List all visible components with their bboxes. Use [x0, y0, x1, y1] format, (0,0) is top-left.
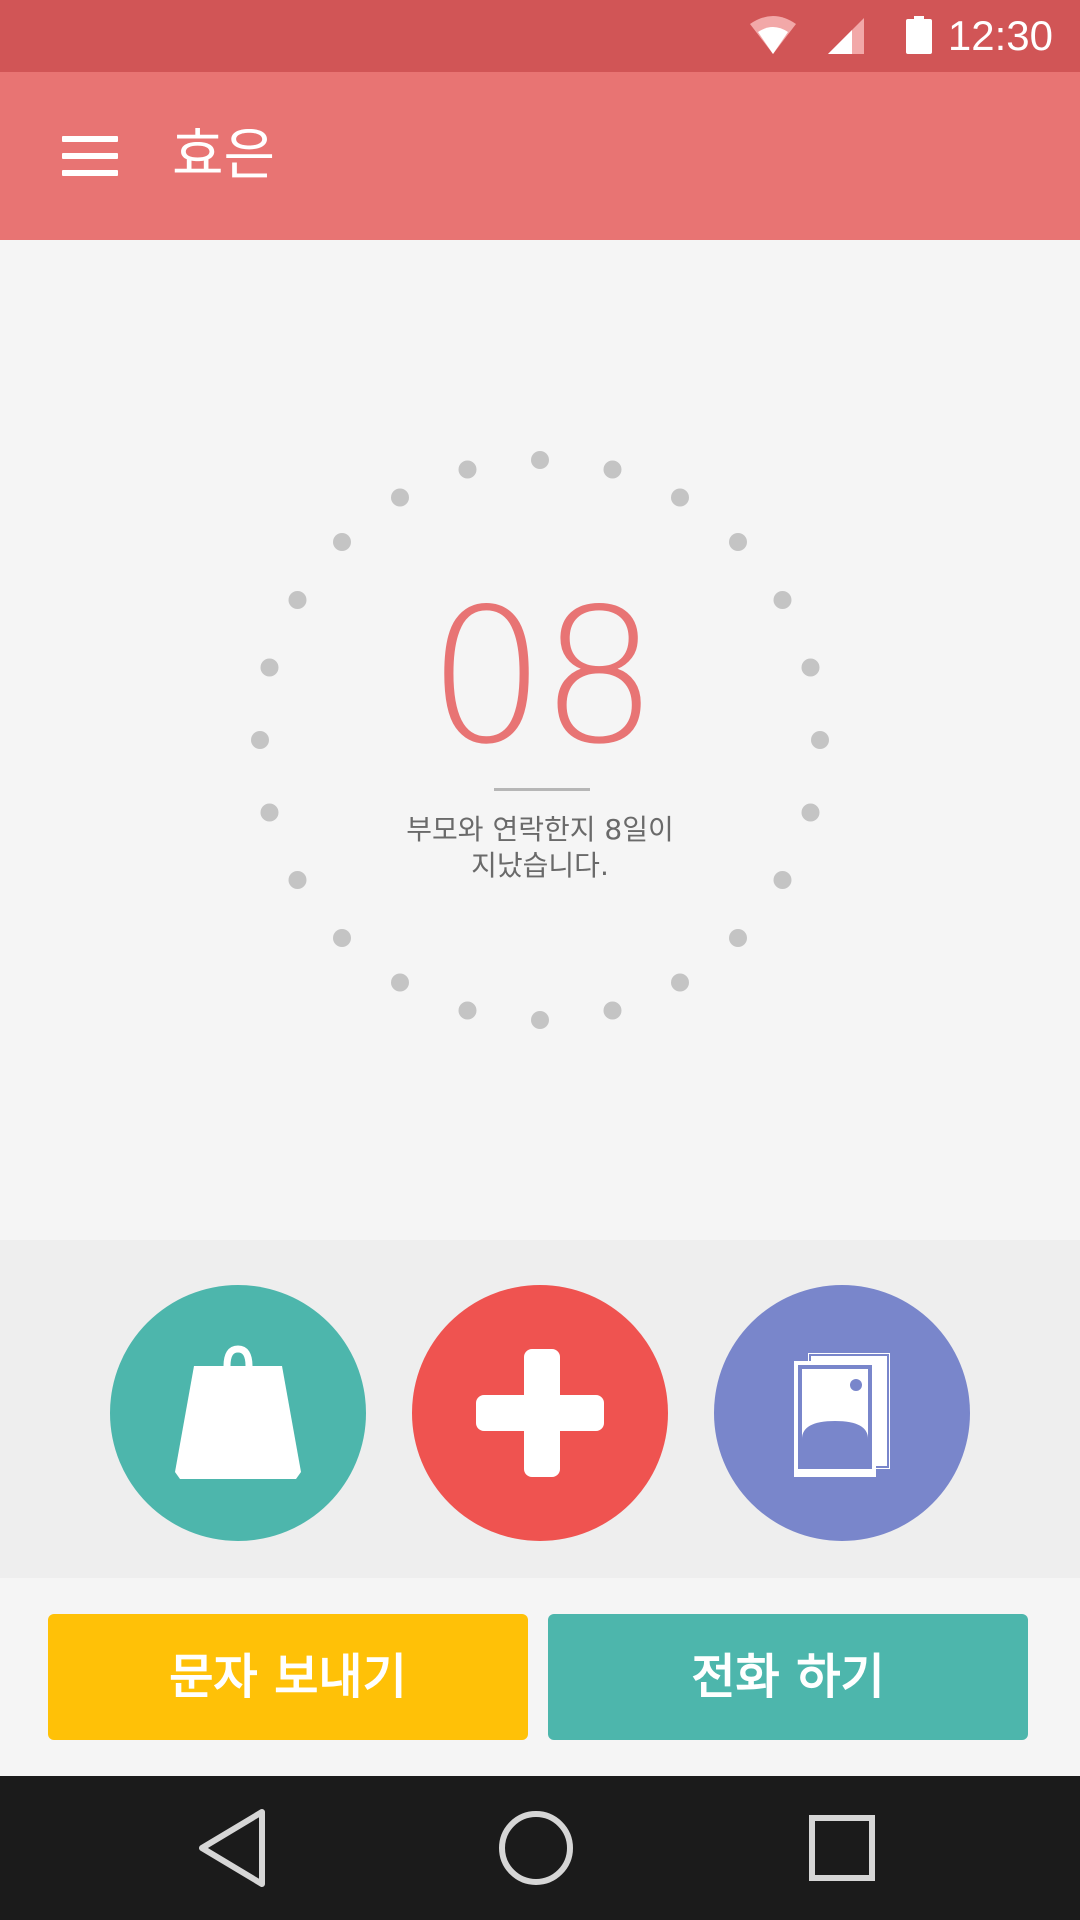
health-button[interactable] — [412, 1285, 668, 1541]
wifi-icon — [750, 16, 796, 54]
ring-dot — [671, 973, 689, 992]
gift-button[interactable] — [110, 1285, 366, 1541]
count-caption: 부모와 연락한지 8일이 지났습니다. — [340, 812, 740, 884]
ring-dot — [811, 731, 829, 749]
home-icon — [499, 1811, 573, 1885]
battery-icon — [906, 16, 932, 54]
ring-dot — [801, 658, 820, 677]
signal-icon — [828, 18, 864, 54]
ring-dot — [260, 803, 279, 822]
count-caption-line2: 지났습니다. — [471, 849, 609, 882]
photo-album-icon — [794, 1353, 890, 1477]
album-button[interactable] — [714, 1285, 970, 1541]
back-icon — [199, 1809, 265, 1887]
ring-dot — [729, 929, 747, 947]
count-divider — [494, 788, 590, 791]
ring-dot — [391, 488, 409, 507]
ring-dot — [260, 658, 279, 677]
ring-dot — [288, 591, 307, 609]
ring-dot — [531, 1011, 549, 1029]
ring-dot — [671, 488, 689, 507]
recents-icon — [809, 1815, 875, 1881]
send-message-button[interactable]: 문자 보내기 — [48, 1614, 528, 1740]
day-count: 08 — [427, 568, 659, 785]
status-time: 12:30 — [947, 12, 1053, 59]
ring-dot — [531, 451, 549, 469]
back-button[interactable] — [190, 1806, 274, 1890]
app-bar — [0, 72, 1080, 240]
shopping-bag-icon — [175, 1345, 301, 1479]
ring-dot — [603, 460, 622, 479]
call-button[interactable]: 전화 하기 — [548, 1614, 1028, 1740]
ring-dot — [288, 871, 307, 889]
medical-cross-icon — [476, 1349, 604, 1477]
ring-dot — [773, 871, 792, 889]
ring-dot — [729, 533, 747, 551]
ring-dot — [333, 929, 351, 947]
ring-dot — [391, 973, 409, 992]
ring-dot — [458, 460, 477, 479]
ring-dot — [251, 731, 269, 749]
menu-icon[interactable] — [62, 136, 118, 176]
ring-dot — [801, 803, 820, 822]
ring-dot — [773, 591, 792, 609]
ring-dot — [603, 1001, 622, 1020]
ring-dot — [458, 1001, 477, 1020]
app-title: 효은 — [172, 123, 276, 188]
count-caption-line1: 부모와 연락한지 8일이 — [406, 813, 674, 846]
recents-button[interactable] — [800, 1806, 884, 1890]
home-button[interactable] — [494, 1806, 578, 1890]
ring-dot — [333, 533, 351, 551]
